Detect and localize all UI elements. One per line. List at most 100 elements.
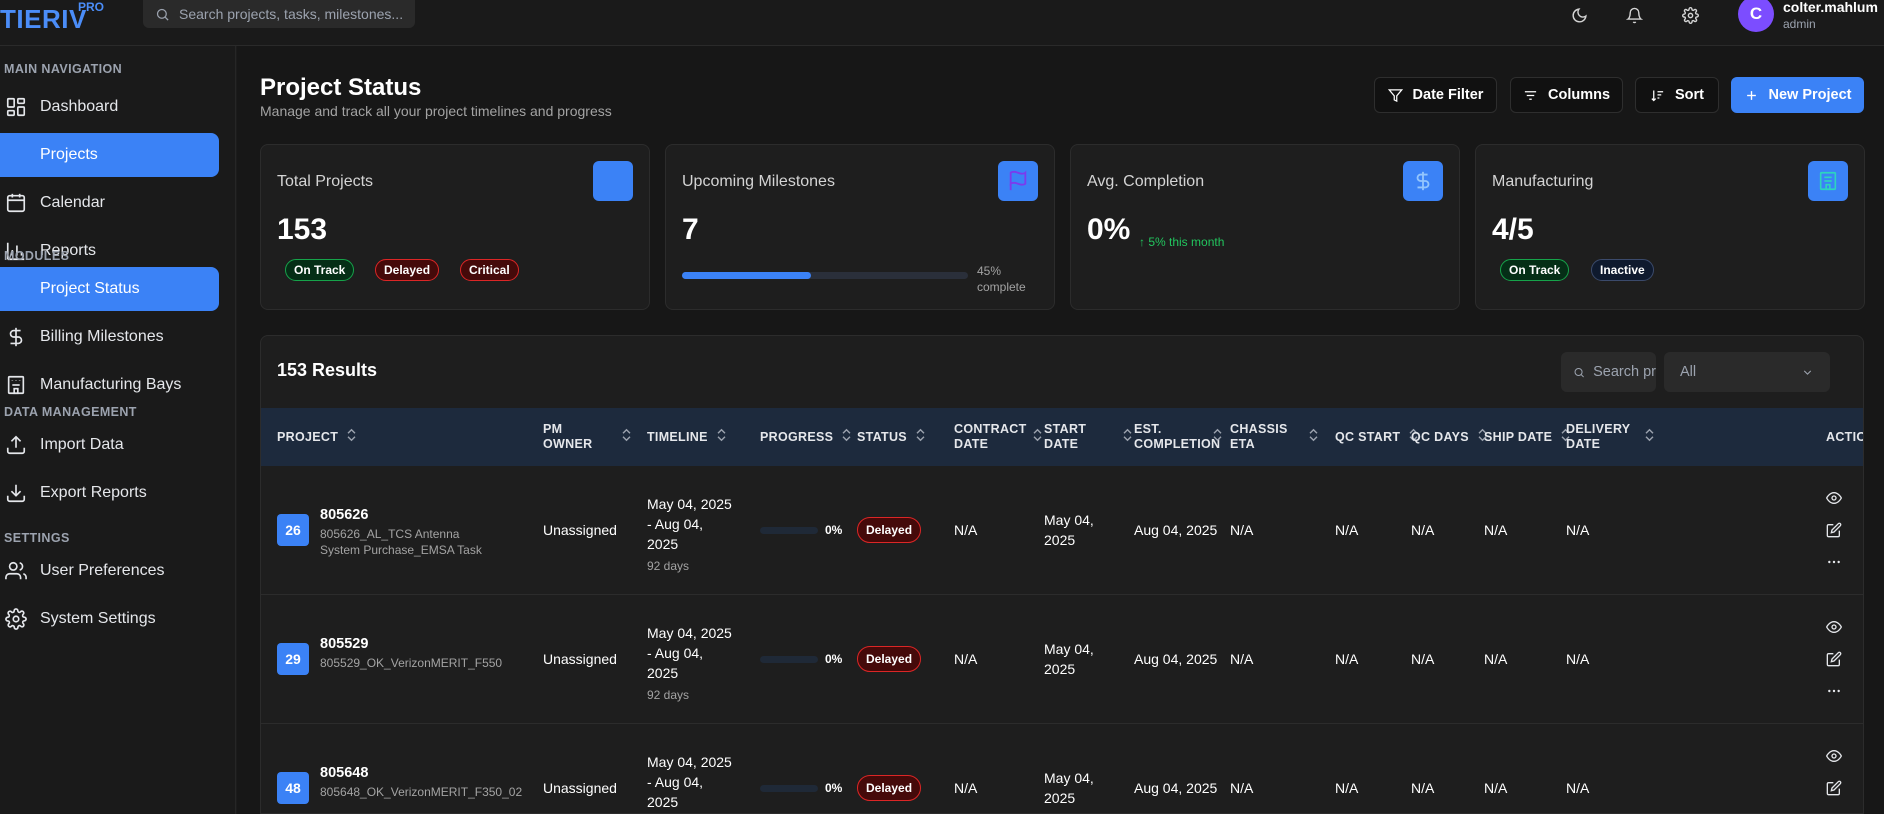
qc-start: N/A <box>1335 522 1359 538</box>
status-pill-on-track: On Track <box>1500 259 1570 281</box>
table-row[interactable]: 29 805529 805529_OK_VerizonMERIT_F550 Un… <box>261 595 1863 724</box>
column-header-actions: ACTIONS <box>1826 408 1863 466</box>
sidebar-item-import-data[interactable]: Import Data <box>0 423 219 467</box>
search-icon <box>1574 367 1584 377</box>
user-avatar[interactable]: C <box>1738 0 1774 32</box>
sidebar-item-system-settings[interactable]: System Settings <box>0 597 219 641</box>
timeline-range: May 04, 2025 - Aug 04, 2025 <box>647 496 732 552</box>
column-header-status[interactable]: STATUS <box>857 408 926 466</box>
column-header-label: ACTIONS <box>1826 429 1863 444</box>
date-filter-button[interactable]: Date Filter <box>1374 77 1497 113</box>
sort-button[interactable]: Sort <box>1635 77 1719 113</box>
qc-days: N/A <box>1411 651 1435 667</box>
column-header-ship-date[interactable]: SHIP DATE <box>1484 408 1571 466</box>
view-icon[interactable] <box>1826 619 1842 635</box>
sort-icon <box>716 428 727 446</box>
sidebar-item-dashboard[interactable]: Dashboard <box>0 85 219 129</box>
progress-bar <box>760 527 818 534</box>
chassis-eta: N/A <box>1230 522 1254 538</box>
table-row[interactable]: 26 805626 805626_AL_TCS Antenna System P… <box>261 466 1863 595</box>
global-search-placeholder: Search projects, tasks, milestones... <box>179 6 404 22</box>
flag-icon <box>998 161 1038 201</box>
column-header-label: STATUS <box>857 429 907 444</box>
status-pill-on-track: On Track <box>285 259 355 281</box>
project-id[interactable]: 805648 <box>320 765 368 781</box>
pm-owner: Unassigned <box>543 522 617 538</box>
status-filter-select[interactable]: All <box>1664 352 1830 392</box>
sidebar-item-label: Billing Milestones <box>40 328 164 345</box>
column-header-qc-days[interactable]: QC DAYS <box>1411 408 1488 466</box>
dollar-icon <box>9 327 23 347</box>
progress-percent: 0% <box>825 523 843 537</box>
view-icon[interactable] <box>1826 490 1842 506</box>
column-header-qc-start[interactable]: QC START <box>1335 408 1419 466</box>
column-header-progress[interactable]: PROGRESS <box>760 408 852 466</box>
theme-toggle-button[interactable] <box>1568 4 1590 26</box>
column-header-pm-owner[interactable]: PM OWNER <box>543 408 632 466</box>
sidebar: MAIN NAVIGATION Dashboard Projects Calen… <box>0 46 236 814</box>
column-header-timeline[interactable]: TIMELINE <box>647 408 727 466</box>
column-header-label: QC START <box>1335 429 1401 444</box>
table-header: PROJECT PM OWNER TIMELINE PROGRESS STATUS CON… <box>261 408 1863 466</box>
sidebar-item-user-preferences[interactable]: User Preferences <box>0 549 219 593</box>
project-description: 805529_OK_VerizonMERIT_F550 <box>320 656 503 670</box>
settings-button[interactable] <box>1679 4 1701 26</box>
column-header-delivery-date[interactable]: DELIVERY DATE <box>1566 408 1655 466</box>
sidebar-item-label: System Settings <box>40 610 156 627</box>
sidebar-item-export-reports[interactable]: Export Reports <box>0 471 219 515</box>
column-header-est-completion[interactable]: EST. COMPLETION <box>1134 408 1223 466</box>
sidebar-item-projects[interactable]: Projects <box>0 133 219 177</box>
sort-icon <box>1644 428 1655 446</box>
contract-date: N/A <box>954 780 978 796</box>
status-pill-inactive: Inactive <box>1591 259 1654 281</box>
column-header-start-date[interactable]: START DATE <box>1044 408 1133 466</box>
sidebar-item-label: Projects <box>40 146 98 163</box>
more-options-icon[interactable] <box>1826 683 1842 699</box>
sidebar-item-calendar[interactable]: Calendar <box>0 181 219 225</box>
column-header-chassis-eta[interactable]: CHASSIS ETA <box>1230 408 1319 466</box>
edit-icon[interactable] <box>1826 522 1842 538</box>
sidebar-item-project-status[interactable]: Project Status <box>0 267 219 311</box>
users-icon <box>5 561 27 580</box>
nav-heading-modules: MODULES <box>4 249 69 263</box>
search-icon <box>156 8 169 21</box>
delivery-date: N/A <box>1566 780 1590 796</box>
table-row[interactable]: 48 805648 805648_OK_VerizonMERIT_F350_02… <box>261 724 1863 813</box>
edit-icon[interactable] <box>1826 651 1842 667</box>
card-title: Total Projects <box>277 173 374 190</box>
column-header-project[interactable]: PROJECT <box>277 408 357 466</box>
sidebar-item-manufacturing-bays[interactable]: Manufacturing Bays <box>0 363 219 407</box>
column-header-label: QC DAYS <box>1411 429 1469 444</box>
more-options-icon[interactable] <box>1826 554 1842 570</box>
new-project-button[interactable]: New Project <box>1731 77 1864 113</box>
sort-icon <box>1651 90 1664 101</box>
ship-date: N/A <box>1484 780 1508 796</box>
qc-start: N/A <box>1335 780 1359 796</box>
view-icon[interactable] <box>1826 748 1842 764</box>
columns-button[interactable]: Columns <box>1510 77 1623 113</box>
main-content: Project Status Manage and track all your… <box>237 46 1884 814</box>
sort-icon <box>346 428 357 446</box>
grid-icon <box>6 97 26 117</box>
user-name[interactable]: colter.mahlum <box>1783 0 1878 15</box>
sort-label: Sort <box>1675 87 1704 103</box>
global-search-input[interactable]: Search projects, tasks, milestones... <box>143 0 415 28</box>
est-completion: Aug 04, 2025 <box>1134 651 1218 667</box>
sidebar-item-billing-milestones[interactable]: Billing Milestones <box>0 315 219 359</box>
app-logo[interactable]: TIERIV <box>0 4 87 35</box>
progress-percent: 0% <box>825 781 843 795</box>
table-search-input[interactable]: Search pr <box>1561 352 1656 392</box>
project-id[interactable]: 805529 <box>320 636 368 652</box>
project-id[interactable]: 805626 <box>320 507 368 523</box>
nav-heading-data-management: DATA MANAGEMENT <box>4 405 137 419</box>
sort-icon <box>1212 428 1223 446</box>
column-header-label: DELIVERY DATE <box>1566 422 1631 451</box>
notifications-button[interactable] <box>1623 4 1645 26</box>
start-date: May 04, 2025 <box>1044 512 1094 548</box>
timeline-range: May 04, 2025 - Aug 04, 2025 <box>647 625 732 681</box>
card-value: 7 <box>682 213 699 246</box>
ship-date: N/A <box>1484 522 1508 538</box>
column-header-label: PROJECT <box>277 429 339 444</box>
edit-icon[interactable] <box>1826 780 1842 796</box>
column-header-contract-date[interactable]: CONTRACT DATE <box>954 408 1043 466</box>
